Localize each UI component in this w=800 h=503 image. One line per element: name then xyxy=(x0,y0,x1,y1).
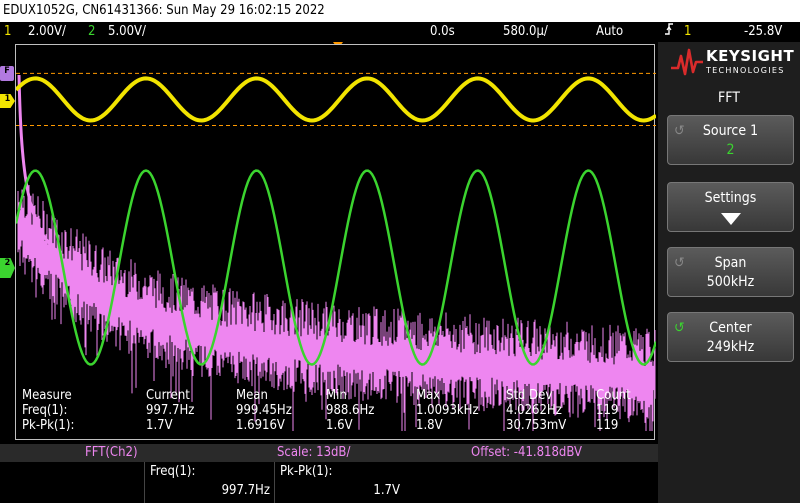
ch1-trace xyxy=(16,76,656,123)
keysight-wave-icon xyxy=(671,48,703,76)
meas-min: 988.6Hz xyxy=(326,403,375,418)
center-softkey[interactable]: ↺ Center 249kHz xyxy=(667,312,794,362)
fft-scale[interactable]: Scale: 13dB/ xyxy=(277,444,350,462)
header-current: Current xyxy=(146,388,190,403)
meas-min: 1.6V xyxy=(326,418,353,433)
ch2-ground-marker[interactable]: 2 xyxy=(0,258,15,278)
softkey-label: Center xyxy=(709,320,752,336)
time-scale[interactable]: 580.0µ/ xyxy=(503,22,548,42)
meas-current: 997.7Hz xyxy=(146,403,195,418)
softkey-label: Source 1 xyxy=(702,123,759,139)
meas-mean: 1.6916V xyxy=(236,418,285,433)
settings-softkey[interactable]: Settings xyxy=(667,182,794,232)
quick-measure-value: 997.7Hz xyxy=(221,483,270,498)
fft-offset[interactable]: Offset: -41.818dBV xyxy=(471,444,582,462)
fft-info-bar: FFT(Ch2) Scale: 13dB/ Offset: -41.818dBV xyxy=(0,444,660,462)
header-measure: Measure xyxy=(22,388,72,403)
meas-max: 1.0093kHz xyxy=(416,403,479,418)
meas-count: 119 xyxy=(596,403,619,418)
ch1-number[interactable]: 1 xyxy=(4,22,11,42)
header-count: Count xyxy=(596,388,631,403)
softkey-label: Span xyxy=(714,255,747,271)
quick-measure-pkpk[interactable]: Pk-Pk(1): 1.7V xyxy=(274,462,404,503)
title-bar: EDUX1052G, CN61431366: Sun May 29 16:02:… xyxy=(0,0,800,22)
ch1-scale[interactable]: 2.00V/ xyxy=(28,22,66,42)
meas-std: 4.0262Hz xyxy=(506,403,562,418)
quick-measure-freq[interactable]: Freq(1): 997.7Hz xyxy=(144,462,274,503)
span-softkey[interactable]: ↺ Span 500kHz xyxy=(667,247,794,297)
softkey-panel: KEYSIGHT TECHNOLOGIES FFT ↺ Source 1 2 S… xyxy=(658,42,800,503)
header-max: Max xyxy=(416,388,441,403)
quick-measure-value: 1.7V xyxy=(373,483,400,498)
header-std-dev: Std Dev xyxy=(506,388,553,403)
waveform-display xyxy=(15,44,656,440)
measurement-header-row: Measure Current Mean Min Max Std Dev Cou… xyxy=(16,388,654,403)
keysight-logo: KEYSIGHT TECHNOLOGIES xyxy=(670,44,798,84)
source-softkey[interactable]: ↺ Source 1 2 xyxy=(667,115,794,165)
header-min: Min xyxy=(326,388,347,403)
ch2-number[interactable]: 2 xyxy=(88,22,95,42)
quick-measure-label: Pk-Pk(1): xyxy=(280,464,333,479)
measurement-row: Pk-Pk(1): 1.7V 1.6916V 1.6V 1.8V 30.753m… xyxy=(16,418,654,433)
trigger-channel[interactable]: 1 xyxy=(684,22,691,42)
meas-mean: 999.45Hz xyxy=(236,403,292,418)
trigger-mode[interactable]: Auto xyxy=(596,22,623,42)
waveform-plot xyxy=(16,72,656,431)
softkey-value: 2 xyxy=(726,142,735,158)
header-mean: Mean xyxy=(236,388,268,403)
measurement-table: Measure Current Mean Min Max Std Dev Cou… xyxy=(16,388,654,440)
down-arrow-icon xyxy=(721,213,741,225)
time-delay[interactable]: 0.0s xyxy=(430,22,455,42)
meas-name: Pk-Pk(1): xyxy=(22,418,75,433)
meas-count: 119 xyxy=(596,418,619,433)
logo-subtitle: TECHNOLOGIES xyxy=(706,66,785,75)
quick-measure-label: Freq(1): xyxy=(150,464,196,479)
menu-title: FFT xyxy=(718,90,740,106)
softkey-value: 249kHz xyxy=(706,339,755,355)
meas-max: 1.8V xyxy=(416,418,443,433)
ch1-ground-marker[interactable]: 1 xyxy=(0,94,15,108)
ch2-scale[interactable]: 5.00V/ xyxy=(108,22,146,42)
trigger-level[interactable]: -25.8V xyxy=(744,22,782,42)
status-bar: 1 2.00V/ 2 5.00V/ 0.0s 580.0µ/ Auto 1 -2… xyxy=(0,22,800,42)
softkey-value: 500kHz xyxy=(706,274,755,290)
fft-source[interactable]: FFT(Ch2) xyxy=(85,444,138,462)
meas-std: 30.753mV xyxy=(506,418,567,433)
softkey-label: Settings xyxy=(704,190,757,206)
meas-name: Freq(1): xyxy=(22,403,68,418)
meas-current: 1.7V xyxy=(146,418,173,433)
measurement-row: Freq(1): 997.7Hz 999.45Hz 988.6Hz 1.0093… xyxy=(16,403,654,418)
rising-edge-icon xyxy=(664,22,674,43)
quick-measure-bar: Freq(1): 997.7Hz Pk-Pk(1): 1.7V xyxy=(0,462,660,503)
logo-name: KEYSIGHT xyxy=(706,47,795,65)
fft-ground-marker[interactable]: F xyxy=(0,66,14,81)
